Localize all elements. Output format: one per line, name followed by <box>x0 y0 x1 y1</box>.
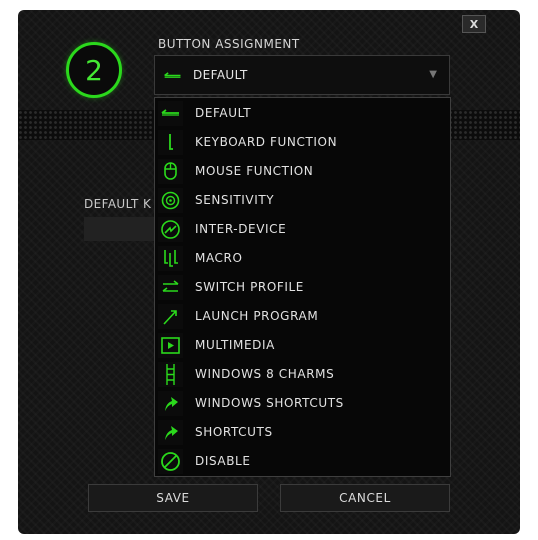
default-arrow-icon <box>158 101 183 126</box>
menu-item-label: MOUSE FUNCTION <box>195 164 314 178</box>
assignment-menu: DEFAULT KEYBOARD FUNCTION MOUSE FUNCTION… <box>154 97 451 477</box>
play-icon <box>158 333 183 358</box>
menu-item-launch-program[interactable]: LAUNCH PROGRAM <box>155 302 450 331</box>
switch-arrows-icon <box>158 275 183 300</box>
menu-item-label: DEFAULT <box>195 106 252 120</box>
menu-item-mouse-function[interactable]: MOUSE FUNCTION <box>155 157 450 186</box>
assignment-dropdown[interactable]: DEFAULT ▼ <box>154 55 450 95</box>
menu-item-keyboard-function[interactable]: KEYBOARD FUNCTION <box>155 128 450 157</box>
menu-item-label: LAUNCH PROGRAM <box>195 309 319 323</box>
dropdown-value: DEFAULT <box>193 68 248 82</box>
menu-item-label: SENSITIVITY <box>195 193 275 207</box>
shortcut-arrow-icon <box>158 391 183 416</box>
macro-icon <box>158 246 183 271</box>
menu-item-label: DISABLE <box>195 454 251 468</box>
menu-item-label: KEYBOARD FUNCTION <box>195 135 338 149</box>
inter-device-icon <box>158 217 183 242</box>
menu-item-label: SHORTCUTS <box>195 425 273 439</box>
default-arrow-icon <box>161 65 185 87</box>
menu-item-label: MACRO <box>195 251 243 265</box>
default-key-field <box>84 217 156 241</box>
button-number-badge: 2 <box>66 42 122 98</box>
section-label: BUTTON ASSIGNMENT <box>158 37 300 51</box>
menu-item-windows-shortcuts[interactable]: WINDOWS SHORTCUTS <box>155 389 450 418</box>
disable-icon <box>158 449 183 474</box>
chevron-down-icon: ▼ <box>429 69 437 80</box>
sensitivity-target-icon <box>158 188 183 213</box>
cancel-button[interactable]: CANCEL <box>280 484 450 512</box>
menu-item-macro[interactable]: MACRO <box>155 244 450 273</box>
menu-item-label: INTER-DEVICE <box>195 222 287 236</box>
mouse-icon <box>158 159 183 184</box>
launch-arrow-icon <box>158 304 183 329</box>
menu-item-default[interactable]: DEFAULT <box>155 99 450 128</box>
menu-item-switch-profile[interactable]: SWITCH PROFILE <box>155 273 450 302</box>
default-key-label: DEFAULT K <box>84 197 152 211</box>
menu-item-sensitivity[interactable]: SENSITIVITY <box>155 186 450 215</box>
menu-item-windows-8-charms[interactable]: WINDOWS 8 CHARMS <box>155 360 450 389</box>
button-number: 2 <box>85 53 103 87</box>
menu-item-label: WINDOWS 8 CHARMS <box>195 367 335 381</box>
menu-item-disable[interactable]: DISABLE <box>155 447 450 476</box>
menu-item-inter-device[interactable]: INTER-DEVICE <box>155 215 450 244</box>
menu-item-label: SWITCH PROFILE <box>195 280 304 294</box>
menu-item-shortcuts[interactable]: SHORTCUTS <box>155 418 450 447</box>
charms-icon <box>158 362 183 387</box>
menu-item-label: WINDOWS SHORTCUTS <box>195 396 344 410</box>
close-button[interactable]: X <box>462 15 486 33</box>
shortcut-arrow-icon <box>158 420 183 445</box>
menu-item-multimedia[interactable]: MULTIMEDIA <box>155 331 450 360</box>
save-button[interactable]: SAVE <box>88 484 258 512</box>
menu-item-label: MULTIMEDIA <box>195 338 275 352</box>
keyboard-key-icon <box>158 130 183 155</box>
